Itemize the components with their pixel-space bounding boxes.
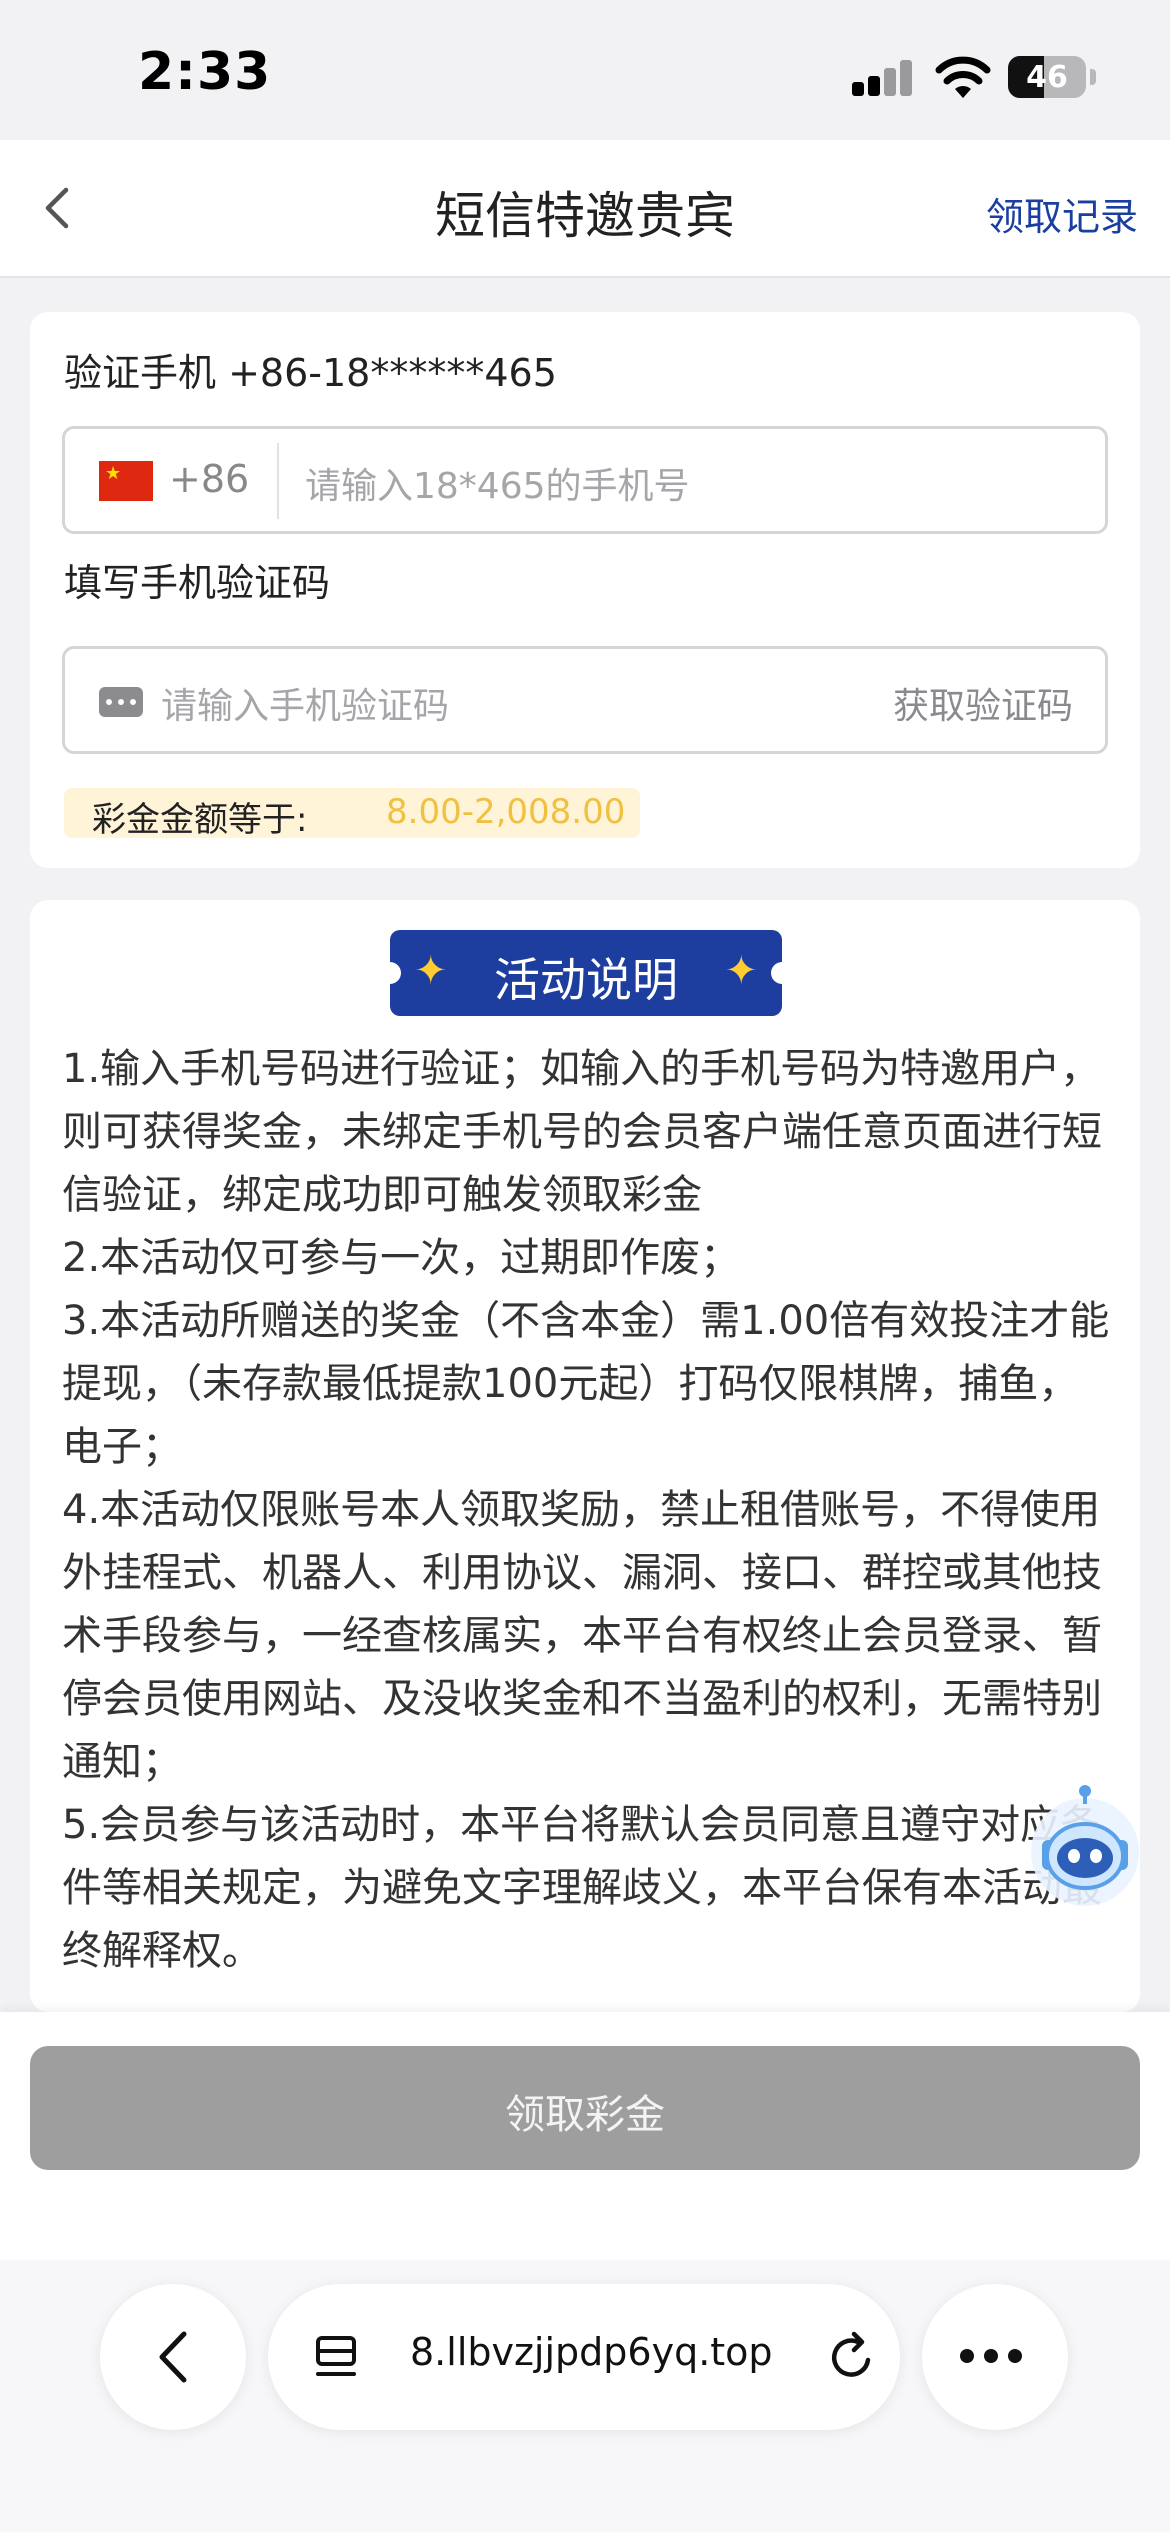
sms-code-input[interactable]: 请输入手机验证码 xyxy=(161,677,449,729)
china-flag-icon: ★ xyxy=(99,461,153,501)
status-bar: 2:33 46 xyxy=(0,0,1170,140)
ellipsis-icon xyxy=(960,2348,1032,2367)
bonus-label: 彩金金额等于: xyxy=(92,800,308,840)
phone-field[interactable]: ★ +86 请输入18*465的手机号 xyxy=(62,426,1108,534)
activity-card: ✦ 活动说明 ✦ 1.输入手机号码进行验证；如输入的手机号码为特邀用户，则可获得… xyxy=(30,900,1140,2012)
support-robot-icon[interactable] xyxy=(1020,1782,1150,1912)
rule-item: 4.本活动仅限账号本人领取奖励，禁止租借账号，不得使用外挂程式、机器人、利用协议… xyxy=(62,1487,1102,1785)
verification-card: 验证手机 +86-18******465 ★ +86 请输入18*465的手机号… xyxy=(30,312,1140,868)
get-code-button[interactable]: 获取验证码 xyxy=(893,677,1073,729)
bonus-value: 8.00-2,008.00 xyxy=(386,792,626,832)
claim-bonus-label: 领取彩金 xyxy=(505,2093,665,2137)
tabs-list-icon[interactable] xyxy=(314,2334,366,2382)
verify-phone-label: 验证手机 +86-18******465 xyxy=(64,351,557,395)
browser-back-button[interactable] xyxy=(100,2284,246,2430)
browser-toolbar: 8.llbvzjjpdp6yq.top xyxy=(0,2260,1170,2532)
battery-level: 46 xyxy=(1026,60,1068,95)
chevron-left-icon xyxy=(159,2331,187,2383)
phone-input[interactable]: 请输入18*465的手机号 xyxy=(305,457,690,509)
signal-icon xyxy=(852,60,912,96)
wifi-icon xyxy=(935,56,991,98)
rule-item: 1.输入手机号码进行验证；如输入的手机号码为特邀用户，则可获得奖金，未绑定手机号… xyxy=(62,1046,1102,1218)
bonus-amount-tag: 彩金金额等于: 8.00-2,008.00 xyxy=(64,788,640,840)
country-code[interactable]: +86 xyxy=(169,457,249,501)
url-text[interactable]: 8.llbvzjjpdp6yq.top xyxy=(410,2330,773,2374)
claim-records-link[interactable]: 领取记录 xyxy=(986,186,1138,241)
nav-bar: 短信特邀贵宾 领取记录 xyxy=(0,140,1170,278)
more-options-button[interactable] xyxy=(922,2284,1068,2430)
sms-code-label: 填写手机验证码 xyxy=(64,561,331,605)
activity-rules: 1.输入手机号码进行验证；如输入的手机号码为特邀用户，则可获得奖金，未绑定手机号… xyxy=(62,1038,1112,1983)
party-popper-icon: ✦ xyxy=(724,948,758,994)
rule-item: 3.本活动所赠送的奖金（不含本金）需1.00倍有效投注才能提现，（未存款最低提款… xyxy=(62,1298,1110,1470)
field-divider xyxy=(277,443,279,519)
rule-item: 5.会员参与该活动时，本平台将默认会员同意且遵守对应条件等相关规定，为避免文字理… xyxy=(62,1802,1102,1974)
sms-code-field[interactable]: 请输入手机验证码 获取验证码 xyxy=(62,646,1108,754)
battery-icon: 46 xyxy=(1008,56,1086,98)
address-bar[interactable]: 8.llbvzjjpdp6yq.top xyxy=(268,2284,900,2430)
reload-icon[interactable] xyxy=(824,2330,880,2386)
message-icon xyxy=(99,687,143,717)
rule-item: 2.本活动仅可参与一次，过期即作废； xyxy=(62,1235,741,1281)
activity-badge: ✦ 活动说明 ✦ xyxy=(379,930,793,1016)
claim-bonus-button[interactable]: 领取彩金 xyxy=(30,2046,1140,2170)
battery-tip xyxy=(1090,69,1096,85)
activity-badge-title: 活动说明 xyxy=(494,953,678,1007)
status-time: 2:33 xyxy=(138,42,272,102)
